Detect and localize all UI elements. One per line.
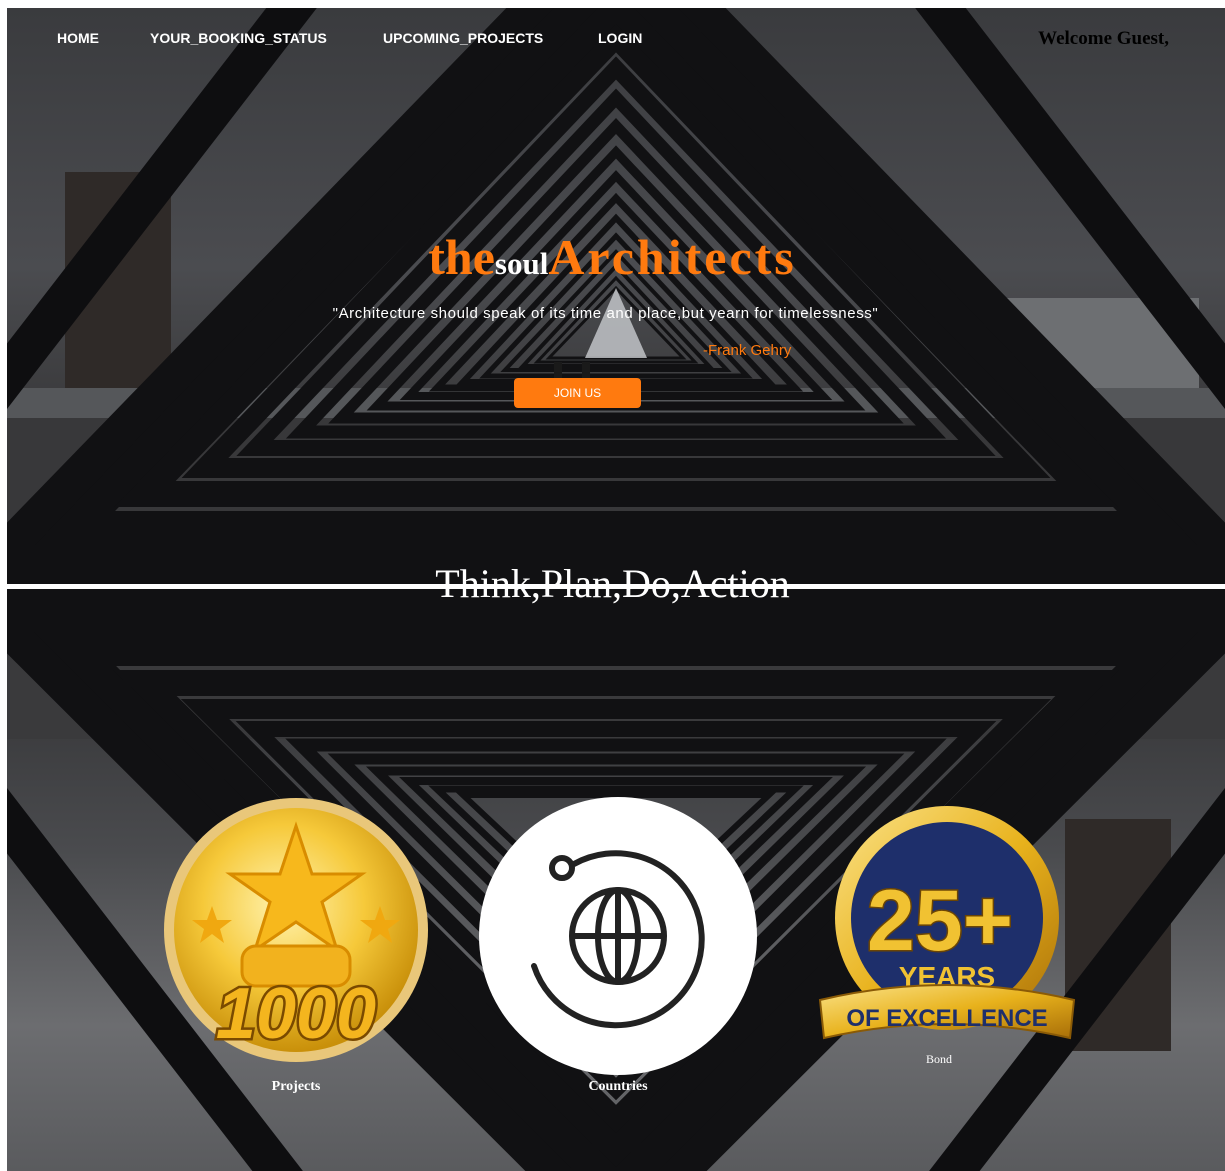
brand-the: the	[428, 229, 495, 285]
brand-architects: Architects	[548, 229, 797, 285]
gold-medal-icon: 1000	[162, 796, 430, 1064]
nav-home-link[interactable]: HOME	[57, 30, 99, 46]
projects-label: Projects	[271, 1079, 321, 1094]
brand-title: thesoulArchitects	[0, 232, 1225, 282]
countries-label: Countries	[588, 1079, 648, 1094]
nav-login-link[interactable]: LOGIN	[598, 30, 642, 46]
hero-section	[7, 8, 1225, 584]
brand-soul: soul	[494, 246, 549, 281]
medal-number: 1000	[216, 974, 376, 1054]
motto-heading: Think,Plan,Do,Action	[435, 561, 790, 606]
bond-label: Bond	[925, 1052, 952, 1066]
quote-author: -Frank Gehry	[703, 342, 792, 359]
excellence-ribbon-text: OF EXCELLENCE	[846, 1005, 1047, 1032]
join-us-button[interactable]: JOIN US	[514, 378, 641, 408]
nav-booking-status-link[interactable]: YOUR_BOOKING_STATUS	[150, 30, 327, 46]
welcome-message: Welcome Guest,	[1038, 28, 1169, 49]
globe-icon	[478, 796, 758, 1076]
nav-upcoming-projects-link[interactable]: UPCOMING_PROJECTS	[383, 30, 543, 46]
hero-quote: "Architecture should speak of its time a…	[332, 305, 879, 322]
excellence-badge-icon: 25+ YEARS OF EXCELLENCE	[812, 800, 1082, 1055]
hero-background-image	[7, 8, 1225, 584]
years-number: 25+	[867, 873, 1013, 969]
